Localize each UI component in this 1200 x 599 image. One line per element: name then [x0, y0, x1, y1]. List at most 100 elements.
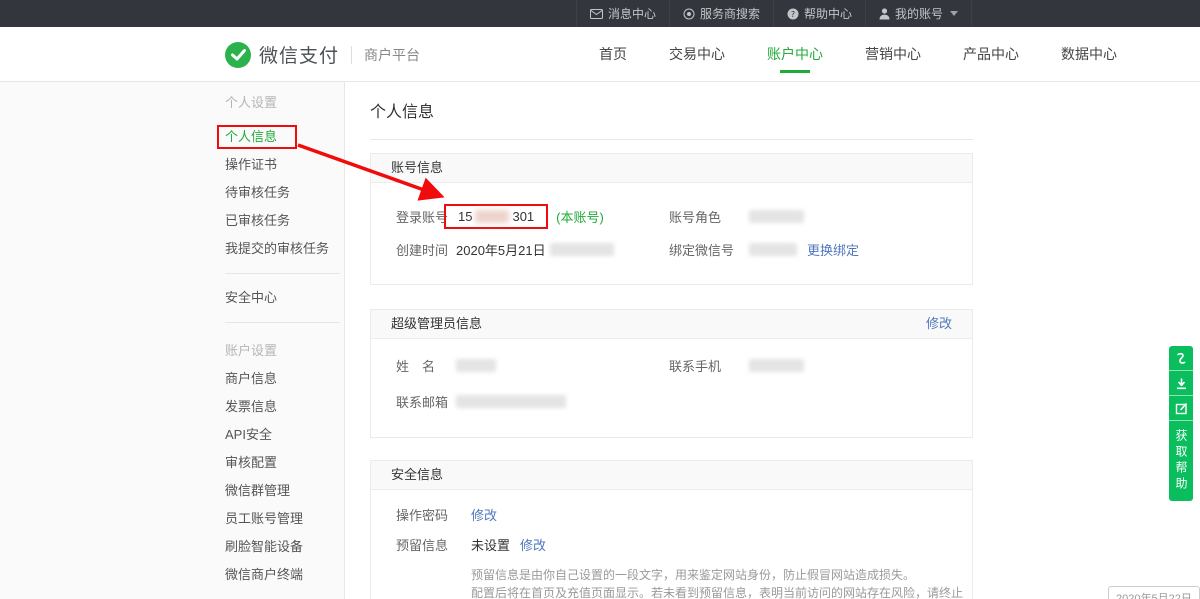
security-info-card-body: 操作密码 修改 预留信息 未设置 修改 预留信息是由你自己设置的一段文字，用来鉴…: [371, 490, 972, 599]
created-time-label: 创建时间: [396, 240, 456, 259]
primary-nav: 首页 交易中心 账户中心 营销中心 产品中心 数据中心: [578, 27, 1138, 82]
admin-email-row: 联系邮箱: [396, 383, 972, 419]
sidebar-item-operation-certificate[interactable]: 操作证书: [225, 151, 344, 179]
help-icon: ?: [787, 8, 799, 20]
service-provider-search-button[interactable]: 服务商搜索: [669, 0, 773, 27]
login-account-prefix: 15: [458, 209, 472, 224]
link-tool-button[interactable]: [1169, 346, 1193, 371]
sidebar-item-api-security[interactable]: API安全: [225, 421, 344, 449]
reserved-info-desc-line2: 配置后将在首页及充值页面显示。若未看到预留信息，表明当前访问的网站存在风险，请终…: [471, 584, 972, 599]
floating-toolbar: 获取帮助: [1169, 346, 1193, 501]
search-icon: [683, 8, 695, 20]
reserved-info-row: 预留信息 未设置 修改: [396, 528, 972, 558]
super-admin-edit-link[interactable]: 修改: [926, 310, 952, 338]
security-info-card-header: 安全信息: [371, 461, 972, 490]
sidebar-item-face-smart-device[interactable]: 刷脸智能设备: [225, 533, 344, 561]
sidebar-header-account-settings: 账户设置: [225, 337, 344, 365]
sidebar-item-wechat-group-management[interactable]: 微信群管理: [225, 477, 344, 505]
account-info-card-header: 账号信息: [371, 154, 972, 183]
svg-text:?: ?: [791, 10, 795, 19]
brand-block[interactable]: 微信支付 商户平台: [225, 27, 420, 82]
portal-name: 商户平台: [364, 45, 420, 65]
super-admin-header-label: 超级管理员信息: [391, 310, 482, 338]
nav-transaction-center[interactable]: 交易中心: [669, 27, 725, 82]
sidebar-item-my-submitted-review-tasks[interactable]: 我提交的审核任务: [225, 235, 344, 263]
main-header: 微信支付 商户平台 首页 交易中心 账户中心 营销中心 产品中心 数据中心: [0, 27, 1200, 82]
help-center-button[interactable]: ? 帮助中心: [773, 0, 865, 27]
get-help-label: 获取帮助: [1169, 429, 1193, 493]
redacted-admin-email: [456, 395, 566, 408]
sidebar-item-pending-review-tasks[interactable]: 待审核任务: [225, 179, 344, 207]
nav-home[interactable]: 首页: [599, 27, 627, 82]
rebind-wechat-link[interactable]: 更换绑定: [807, 240, 859, 259]
operation-password-label: 操作密码: [396, 505, 471, 524]
bound-wechat-label: 绑定微信号: [669, 240, 749, 259]
login-account-annotation-box: 15 301: [444, 204, 548, 229]
help-center-label: 帮助中心: [804, 5, 852, 22]
super-admin-card-header: 超级管理员信息 修改: [371, 310, 972, 339]
edit-icon: [1175, 402, 1188, 415]
sidebar-item-merchant-info[interactable]: 商户信息: [225, 365, 344, 393]
redacted-created-time: [550, 243, 614, 256]
sidebar-item-reviewed-tasks[interactable]: 已审核任务: [225, 207, 344, 235]
admin-name-label: 姓 名: [396, 356, 456, 375]
get-help-button[interactable]: 获取帮助: [1169, 421, 1193, 501]
redacted-admin-name: [456, 359, 496, 372]
reserved-info-desc-line1: 预留信息是由你自己设置的一段文字，用来鉴定网站身份，防止假冒网站造成损失。: [471, 566, 972, 584]
title-divider: [370, 139, 973, 140]
redacted-login-middle: [475, 210, 509, 223]
main-content: 个人信息 账号信息 登录账号 15301 (本账号): [345, 82, 1200, 599]
sidebar: 个人设置 个人信息 操作证书 待审核任务 已审核任务 我提交的审核任务 安全中心…: [0, 82, 345, 599]
message-center-label: 消息中心: [608, 5, 656, 22]
operation-password-row: 操作密码 修改: [396, 498, 972, 528]
redacted-account-role: [749, 210, 804, 223]
super-admin-card: 超级管理员信息 修改 姓 名 联系手机: [370, 309, 973, 438]
edit-tool-button[interactable]: [1169, 396, 1193, 421]
wechat-pay-merchant-portal: 消息中心 服务商搜索 ? 帮助中心 我的账号: [0, 0, 1200, 599]
download-tool-button[interactable]: [1169, 371, 1193, 396]
my-account-menu[interactable]: 我的账号: [865, 0, 972, 27]
reserved-info-description: 预留信息是由你自己设置的一段文字，用来鉴定网站身份，防止假冒网站造成损失。 配置…: [471, 566, 972, 599]
brand-separator: [351, 46, 352, 64]
sidebar-divider: [225, 322, 340, 323]
sidebar-item-wechat-merchant-terminal[interactable]: 微信商户终端: [225, 561, 344, 589]
current-account-tag: (本账号): [556, 207, 604, 226]
account-info-header-label: 账号信息: [391, 154, 443, 182]
operation-password-edit-link[interactable]: 修改: [471, 505, 497, 524]
created-time-value: 2020年5月21日: [456, 240, 546, 259]
message-icon: [590, 9, 603, 19]
nav-account-center[interactable]: 账户中心: [767, 27, 823, 82]
super-admin-card-body: 姓 名 联系手机 联系邮箱: [371, 339, 972, 437]
page-body: 个人设置 个人信息 操作证书 待审核任务 已审核任务 我提交的审核任务 安全中心…: [0, 82, 1200, 599]
chevron-down-icon: [950, 11, 958, 16]
nav-data-center[interactable]: 数据中心: [1061, 27, 1117, 82]
sidebar-divider: [225, 273, 340, 274]
redacted-admin-phone: [749, 359, 804, 372]
service-provider-search-label: 服务商搜索: [700, 5, 760, 22]
created-time-row: 创建时间 2020年5月21日 绑定微信号 更换绑定: [396, 233, 972, 266]
sidebar-item-security-center[interactable]: 安全中心: [225, 284, 344, 312]
message-center-button[interactable]: 消息中心: [576, 0, 669, 27]
my-account-label: 我的账号: [895, 5, 943, 22]
page-title: 个人信息: [370, 98, 1200, 122]
security-info-card: 安全信息 操作密码 修改 预留信息 未设置 修改 预留信息是由你自己设置的一段文…: [370, 460, 973, 599]
nav-marketing-center[interactable]: 营销中心: [865, 27, 921, 82]
security-info-header-label: 安全信息: [391, 461, 443, 489]
download-icon: [1175, 377, 1188, 390]
account-info-card-body: 登录账号 15301 (本账号) 账号角色 创: [371, 183, 972, 284]
reserved-info-status: 未设置: [471, 535, 510, 554]
sidebar-item-personal-info[interactable]: 个人信息: [225, 123, 344, 151]
sidebar-item-staff-account-management[interactable]: 员工账号管理: [225, 505, 344, 533]
nav-product-center[interactable]: 产品中心: [963, 27, 1019, 82]
redacted-wechat-id: [749, 243, 797, 256]
admin-name-row: 姓 名 联系手机: [396, 347, 972, 383]
reserved-info-edit-link[interactable]: 修改: [520, 535, 546, 554]
login-account-suffix: 301: [512, 209, 534, 224]
account-info-card: 账号信息 登录账号 15301 (本账号) 账号角色: [370, 153, 973, 285]
top-utility-items: 消息中心 服务商搜索 ? 帮助中心 我的账号: [576, 0, 972, 27]
admin-phone-label: 联系手机: [669, 356, 749, 375]
reserved-info-label: 预留信息: [396, 535, 471, 554]
sidebar-item-invoice-info[interactable]: 发票信息: [225, 393, 344, 421]
sidebar-header-personal-settings: 个人设置: [225, 89, 344, 117]
sidebar-item-review-config[interactable]: 审核配置: [225, 449, 344, 477]
